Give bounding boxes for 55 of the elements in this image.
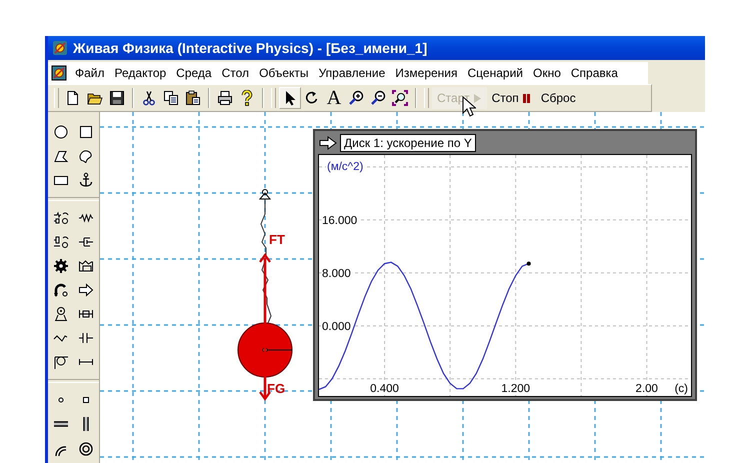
menu-item[interactable]: Среда — [171, 66, 217, 80]
circular-slot-icon — [78, 440, 94, 456]
zoom-fit-icon — [392, 90, 408, 106]
zoom-fit-button[interactable] — [389, 87, 411, 109]
reset-button[interactable]: Сброс — [536, 87, 581, 109]
rotate-icon — [304, 90, 320, 106]
play-icon — [472, 92, 482, 104]
printer-icon — [217, 90, 233, 106]
disc — [238, 322, 292, 378]
axis-tick-label: 16.000 — [322, 214, 358, 227]
anchor-icon — [78, 172, 94, 188]
text-tool-button[interactable]: A — [323, 87, 345, 109]
axis-tick-label: 0.400 — [370, 383, 399, 395]
new-file-icon — [65, 90, 81, 106]
app-logo-icon — [52, 40, 68, 56]
square-icon — [78, 124, 94, 140]
polygon-icon — [52, 148, 69, 164]
axis-tick-label: 8.000 — [322, 268, 351, 280]
scissors-icon — [141, 90, 157, 106]
vector-label: FG — [267, 381, 286, 396]
menu-item[interactable]: Сценарий — [462, 66, 528, 80]
gear-icon — [52, 258, 69, 274]
menu-item[interactable]: Окно — [528, 66, 566, 80]
paste-icon — [185, 90, 201, 106]
question-mark-icon — [239, 90, 255, 106]
menu-item[interactable]: Стол — [216, 66, 254, 80]
document-icon[interactable] — [51, 65, 67, 81]
anchor-pin-icon — [258, 189, 272, 200]
right-arrow-icon — [78, 282, 94, 298]
menu-item[interactable]: Управление — [314, 66, 390, 80]
menu-item[interactable]: Справка — [566, 66, 623, 80]
axis-tick-label: 1.200 — [501, 383, 530, 395]
menu-item[interactable]: Объекты — [254, 66, 314, 80]
current-point — [526, 262, 531, 266]
graph-title: Диск 1: ускорение по Y — [340, 134, 476, 152]
zoom-out-icon — [370, 90, 386, 106]
arrow-icon[interactable] — [319, 136, 337, 150]
zoom-in-icon — [348, 90, 364, 106]
window-title: Живая Физика (Interactive Physics) - [Без_имени_1] — [73, 40, 428, 56]
y-axis-unit: (м/с^2) — [327, 161, 364, 173]
pointer-arrow-button[interactable] — [279, 87, 301, 109]
curved-shape-icon — [78, 148, 94, 164]
x-axis-unit: (c) — [674, 383, 688, 395]
pause-icon — [522, 92, 531, 104]
axis-tick-label: 0.000 — [322, 320, 351, 333]
axis-tick-label: 2.00 — [636, 383, 658, 395]
menu-item[interactable]: Измерения — [390, 66, 463, 80]
circle-icon — [52, 124, 69, 140]
save-icon — [109, 90, 125, 106]
curved-arrow-icon — [52, 282, 69, 298]
menu-item[interactable]: Файл — [70, 66, 110, 80]
vector-label: FT — [269, 232, 285, 247]
stop-button[interactable]: Стоп — [486, 87, 536, 109]
copy-icon — [163, 90, 179, 106]
menu-item[interactable]: Редактор — [110, 66, 172, 80]
